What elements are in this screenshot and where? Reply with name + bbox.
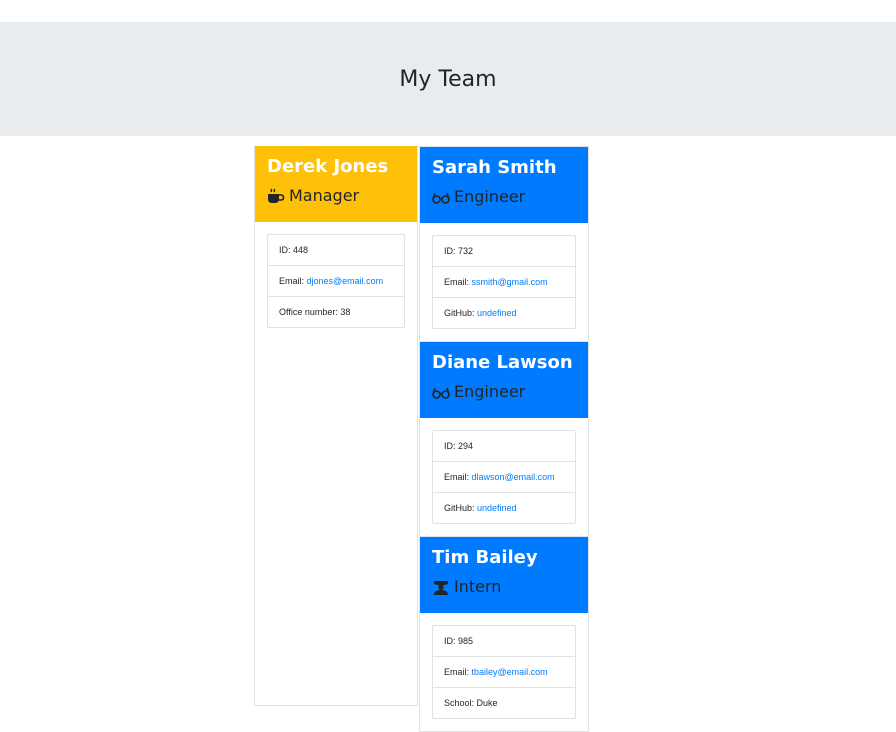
employee-id: ID: 294 (433, 431, 575, 462)
employee-details: ID: 732 Email: ssmith@gmail.com GitHub: … (432, 235, 576, 329)
card-body: ID: 448 Email: djones@email.com Office n… (255, 222, 417, 340)
github-label: GitHub: (444, 503, 478, 513)
card-header: Derek Jones Manager (255, 146, 417, 222)
card-header: Diane Lawson Engineer (420, 342, 588, 418)
glasses-icon (432, 384, 450, 400)
employee-role: Engineer (432, 382, 576, 402)
page-header: My Team (0, 22, 896, 136)
employee-card-intern: Tim Bailey Intern ID: 985 Email: tbailey… (419, 537, 589, 732)
github-link[interactable]: undefined (477, 503, 517, 513)
role-label: Engineer (454, 382, 526, 401)
email-link[interactable]: dlawson@email.com (472, 472, 555, 482)
team-column-left: Derek Jones Manager ID: 448 Email: djone… (254, 146, 418, 706)
role-label: Intern (454, 577, 502, 596)
employee-id: ID: 985 (433, 626, 575, 657)
office-number: Office number: 38 (279, 307, 351, 317)
employee-card-manager: Derek Jones Manager ID: 448 Email: djone… (255, 146, 417, 340)
card-body: ID: 985 Email: tbailey@email.com School:… (420, 613, 588, 731)
github-label: GitHub: (444, 308, 478, 318)
role-label: Engineer (454, 187, 526, 206)
employee-role: Engineer (432, 187, 576, 207)
employee-id: ID: 732 (433, 236, 575, 267)
employee-details: ID: 448 Email: djones@email.com Office n… (267, 234, 405, 328)
employee-card-engineer: Diane Lawson Engineer ID: 294 Email: dla… (419, 342, 589, 537)
mug-icon (267, 188, 285, 204)
employee-name: Derek Jones (267, 156, 389, 177)
email-label: Email: (444, 472, 472, 482)
team-grid: Derek Jones Manager ID: 448 Email: djone… (254, 146, 590, 732)
email-label: Email: (444, 277, 472, 287)
employee-id: ID: 448 (268, 235, 404, 266)
email-link[interactable]: tbailey@email.com (472, 667, 548, 677)
employee-school: School: Duke (444, 698, 498, 708)
card-header: Sarah Smith Engineer (420, 147, 588, 223)
page-title: My Team (399, 66, 497, 92)
email-link[interactable]: djones@email.com (307, 276, 384, 286)
employee-details: ID: 294 Email: dlawson@email.com GitHub:… (432, 430, 576, 524)
employee-email: Email: djones@email.com (268, 266, 404, 297)
employee-email: Email: ssmith@gmail.com (433, 267, 575, 298)
employee-name: Sarah Smith (432, 157, 557, 178)
employee-email: Email: dlawson@email.com (433, 462, 575, 493)
email-link[interactable]: ssmith@gmail.com (472, 277, 548, 287)
employee-name: Diane Lawson (432, 352, 573, 373)
employee-role: Manager (267, 186, 405, 206)
employee-card-engineer: Sarah Smith Engineer ID: 732 Email: ssmi… (419, 146, 589, 342)
employee-role: Intern (432, 577, 576, 597)
glasses-icon (432, 189, 450, 205)
employee-email: Email: tbailey@email.com (433, 657, 575, 688)
employee-github: GitHub: undefined (433, 493, 575, 523)
graduate-icon (432, 579, 450, 595)
card-header: Tim Bailey Intern (420, 537, 588, 613)
employee-github: GitHub: undefined (433, 298, 575, 328)
email-label: Email: (444, 667, 472, 677)
team-column-right: Sarah Smith Engineer ID: 732 Email: ssmi… (419, 146, 589, 732)
employee-name: Tim Bailey (432, 547, 538, 568)
card-body: ID: 294 Email: dlawson@email.com GitHub:… (420, 418, 588, 536)
card-body: ID: 732 Email: ssmith@gmail.com GitHub: … (420, 223, 588, 341)
github-link[interactable]: undefined (477, 308, 517, 318)
email-label: Email: (279, 276, 307, 286)
employee-details: ID: 985 Email: tbailey@email.com School:… (432, 625, 576, 719)
role-label: Manager (289, 186, 360, 205)
